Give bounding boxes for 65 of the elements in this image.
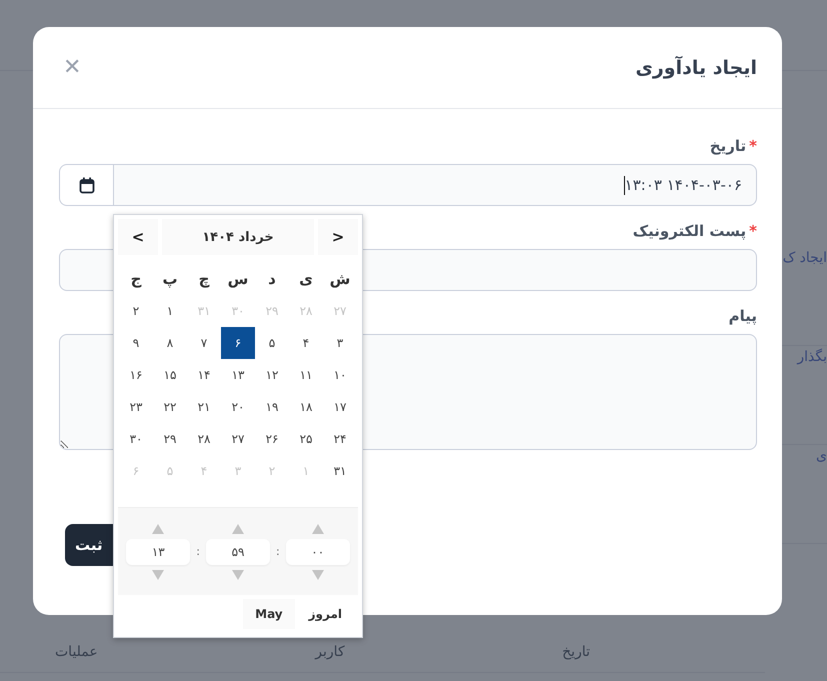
day-cell[interactable]: ۱۷ — [323, 391, 357, 423]
field-label: پست الکترونیک — [632, 222, 746, 240]
month-button[interactable]: May — [243, 599, 295, 629]
day-cell[interactable]: ۳۰ — [119, 423, 153, 455]
day-cell[interactable]: ۱۱ — [289, 359, 323, 391]
required-asterisk: * — [749, 222, 757, 240]
dialog-title: ایجاد یادآوری — [635, 56, 757, 78]
day-cell[interactable]: ۷ — [187, 327, 221, 359]
time-value[interactable]: ۵۹ — [206, 538, 270, 564]
day-cell[interactable]: ۱۲ — [255, 359, 289, 391]
day-cell[interactable]: ۱۴ — [187, 359, 221, 391]
day-cell[interactable]: ۱۶ — [119, 359, 153, 391]
time-value[interactable]: ۱۳ — [126, 538, 190, 564]
up-arrow-icon[interactable] — [152, 524, 164, 534]
weekday-label: چ — [198, 269, 210, 290]
required-asterisk: * — [749, 137, 757, 155]
day-cell[interactable]: ۸ — [153, 327, 187, 359]
table-header: عملیات — [55, 644, 98, 660]
date-input[interactable]: ۱۴۰۴-۰۳-۰۶ ۱۳:۰۳ — [113, 164, 757, 206]
table-header: کاربر — [315, 644, 345, 660]
day-cell[interactable]: ۲۹ — [153, 423, 187, 455]
day-cell[interactable]: ۲۰ — [221, 391, 255, 423]
day-cell[interactable]: ۶ — [221, 327, 255, 359]
time-value[interactable]: ۰۰ — [286, 538, 350, 564]
up-arrow-icon[interactable] — [232, 524, 244, 534]
day-cell[interactable]: ۱ — [153, 295, 187, 327]
day-cell[interactable]: ۳ — [323, 327, 357, 359]
day-cell[interactable]: ۵ — [255, 327, 289, 359]
down-arrow-icon[interactable] — [312, 570, 324, 580]
field-label: تاریخ — [710, 137, 746, 155]
weekday-label: ش — [328, 269, 352, 290]
calendar-button[interactable] — [59, 164, 113, 206]
down-arrow-icon[interactable] — [152, 570, 164, 580]
weekday-label: ی — [298, 269, 314, 290]
day-cell[interactable]: ۲۲ — [153, 391, 187, 423]
day-cell[interactable]: ۲۶ — [255, 423, 289, 455]
calendar-icon — [78, 176, 94, 194]
day-cell[interactable]: ۲۷ — [221, 423, 255, 455]
field-label: پیام — [728, 307, 757, 325]
day-cell[interactable]: ۴ — [289, 327, 323, 359]
weekday-label: پ — [161, 269, 179, 290]
day-cell[interactable]: ۱۳ — [221, 359, 255, 391]
day-cell[interactable]: ۱۵ — [153, 359, 187, 391]
previous-month-button[interactable]: < — [318, 219, 358, 255]
up-arrow-icon[interactable] — [312, 524, 324, 534]
down-arrow-icon[interactable] — [232, 570, 244, 580]
day-cell[interactable]: ۹ — [119, 327, 153, 359]
weekday-label: د — [267, 269, 277, 290]
day-cell[interactable]: ۱۸ — [289, 391, 323, 423]
day-cell[interactable]: ۱۹ — [255, 391, 289, 423]
weekday-label: س — [226, 269, 250, 290]
day-cell[interactable]: ۲۵ — [289, 423, 323, 455]
weekday-label: ج — [130, 269, 142, 290]
day-cell[interactable]: ۲۴ — [323, 423, 357, 455]
time-separator: : — [196, 545, 200, 558]
month-title[interactable]: خرداد ۱۴۰۴ — [162, 219, 314, 255]
time-separator: : — [276, 545, 280, 558]
next-month-button[interactable]: > — [118, 219, 158, 255]
day-cell[interactable]: ۲۳ — [119, 391, 153, 423]
day-cell[interactable]: ۲۸ — [187, 423, 221, 455]
day-cell[interactable]: ۱۰ — [323, 359, 357, 391]
day-cell[interactable]: ۳۱ — [323, 455, 357, 487]
day-cell[interactable]: ۲۱ — [187, 391, 221, 423]
table-header: تاریخ — [562, 644, 590, 660]
day-cell[interactable]: ۲ — [119, 295, 153, 327]
